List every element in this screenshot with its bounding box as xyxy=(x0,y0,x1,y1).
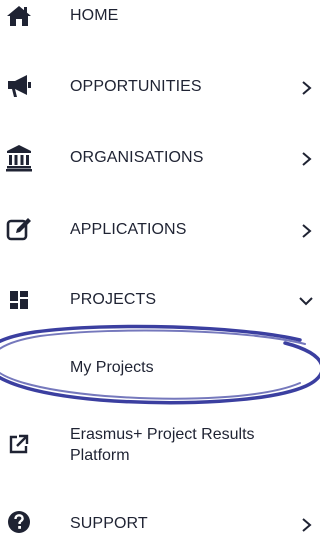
nav-item-home-label: HOME xyxy=(70,7,119,24)
chevron-right-icon xyxy=(302,224,312,238)
nav-item-projects-label: PROJECTS xyxy=(70,291,157,308)
nav-item-home[interactable]: HOME xyxy=(0,0,314,34)
nav-item-results-platform-label: Erasmus+ Project Results Platform xyxy=(70,426,255,464)
home-icon xyxy=(4,2,34,30)
nav-item-opportunities-label: OPPORTUNITIES xyxy=(70,78,202,95)
nav-item-applications[interactable]: APPLICATIONS xyxy=(0,212,314,248)
external-link-icon xyxy=(4,430,34,458)
nav-item-organisations[interactable]: ORGANISATIONS xyxy=(0,140,314,176)
chevron-right-icon xyxy=(302,81,312,95)
nav-item-support-label: SUPPORT xyxy=(70,515,148,532)
chevron-down-icon xyxy=(299,297,313,306)
nav-subitem-my-projects-label: My Projects xyxy=(70,359,154,376)
dashboard-icon xyxy=(4,286,34,314)
nav-item-projects[interactable]: PROJECTS xyxy=(0,284,314,318)
nav-item-support[interactable]: SUPPORT xyxy=(0,508,314,537)
nav-item-results-platform[interactable]: Erasmus+ Project Results Platform xyxy=(0,420,314,472)
chevron-right-icon xyxy=(302,518,312,532)
nav-item-organisations-label: ORGANISATIONS xyxy=(70,149,204,166)
nav-item-opportunities[interactable]: OPPORTUNITIES xyxy=(0,68,314,104)
chevron-right-icon xyxy=(302,152,312,166)
institution-icon xyxy=(4,144,34,172)
edit-icon xyxy=(4,215,34,243)
megaphone-icon xyxy=(4,72,34,100)
nav-item-applications-label: APPLICATIONS xyxy=(70,221,187,238)
question-circle-icon xyxy=(4,508,34,536)
nav-subitem-my-projects[interactable]: My Projects xyxy=(0,350,314,386)
